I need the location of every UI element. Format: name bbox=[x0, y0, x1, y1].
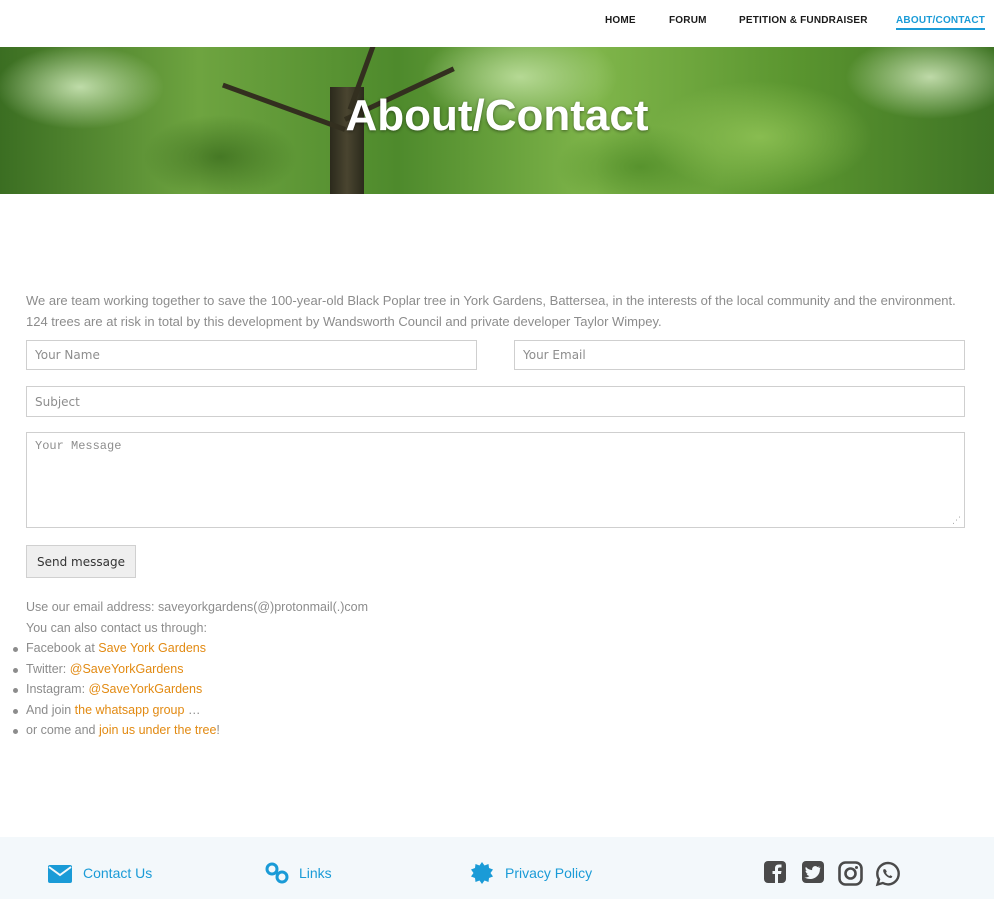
intro-text: We are team working together to save the… bbox=[26, 293, 956, 329]
hero-banner: About/Contact bbox=[0, 47, 994, 194]
message-textarea[interactable] bbox=[26, 432, 965, 528]
instagram-icon[interactable] bbox=[838, 861, 863, 886]
send-message-button[interactable]: Send message bbox=[26, 545, 136, 578]
name-input[interactable] bbox=[26, 340, 477, 370]
footer: Contact Us Links Privacy Policy bbox=[0, 837, 994, 899]
bullet-icon bbox=[13, 688, 18, 694]
twitter-link[interactable]: @SaveYorkGardens bbox=[70, 662, 184, 676]
list-item-prefix: Twitter: bbox=[26, 661, 70, 676]
whatsapp-icon[interactable] bbox=[875, 861, 901, 887]
page-title: About/Contact bbox=[345, 91, 649, 140]
bullet-icon bbox=[13, 647, 18, 652]
contact-through-text: You can also contact us through: bbox=[26, 621, 207, 635]
list-item-prefix: Instagram: bbox=[26, 682, 89, 697]
instagram-link[interactable]: @SaveYorkGardens bbox=[89, 682, 203, 696]
twitter-icon[interactable] bbox=[802, 861, 824, 883]
whatsapp-group-link[interactable]: the whatsapp group bbox=[75, 703, 185, 717]
subject-input[interactable] bbox=[26, 386, 965, 417]
facebook-icon[interactable] bbox=[764, 861, 786, 883]
footer-links-link[interactable]: Links bbox=[299, 865, 332, 881]
footer-privacy-policy-link[interactable]: Privacy Policy bbox=[505, 865, 592, 881]
envelope-icon[interactable] bbox=[48, 865, 72, 883]
list-item-prefix: Facebook at bbox=[26, 641, 99, 655]
nav-petition-fundraiser[interactable]: PETITION & FUNDRAISER bbox=[739, 15, 868, 26]
resize-grip-icon[interactable]: ⋰ bbox=[952, 515, 962, 525]
email-address-text: Use our email address: saveyorkgardens(@… bbox=[26, 600, 368, 614]
list-item-prefix: And join bbox=[26, 702, 75, 717]
nav-forum[interactable]: FORUM bbox=[669, 15, 707, 26]
list-item-tree: or come and join us under the tree! bbox=[13, 723, 220, 744]
link-chain-icon[interactable] bbox=[265, 862, 289, 884]
privacy-badge-icon[interactable] bbox=[471, 862, 493, 884]
contact-list: Facebook at Save York Gardens Twitter: @… bbox=[13, 641, 220, 744]
footer-contact-us-link[interactable]: Contact Us bbox=[83, 865, 152, 881]
bullet-icon bbox=[13, 729, 18, 735]
email-input[interactable] bbox=[514, 340, 965, 370]
list-item-facebook: Facebook at Save York Gardens bbox=[13, 641, 220, 662]
nav-about-contact[interactable]: ABOUT/CONTACT bbox=[896, 15, 986, 30]
bullet-icon bbox=[13, 667, 18, 673]
list-item-suffix: ! bbox=[216, 723, 220, 738]
join-under-tree-link[interactable]: join us under the tree bbox=[99, 723, 216, 737]
list-item-suffix: … bbox=[184, 702, 201, 717]
facebook-link[interactable]: Save York Gardens bbox=[98, 641, 206, 655]
list-item-whatsapp: And join the whatsapp group … bbox=[13, 702, 220, 724]
list-item-twitter: Twitter: @SaveYorkGardens bbox=[13, 661, 220, 683]
bullet-icon bbox=[13, 708, 18, 714]
top-navigation: HOME FORUM PETITION & FUNDRAISER ABOUT/C… bbox=[0, 0, 994, 47]
nav-home[interactable]: HOME bbox=[605, 15, 636, 26]
list-item-instagram: Instagram: @SaveYorkGardens bbox=[13, 682, 220, 703]
list-item-prefix: or come and bbox=[26, 723, 99, 738]
